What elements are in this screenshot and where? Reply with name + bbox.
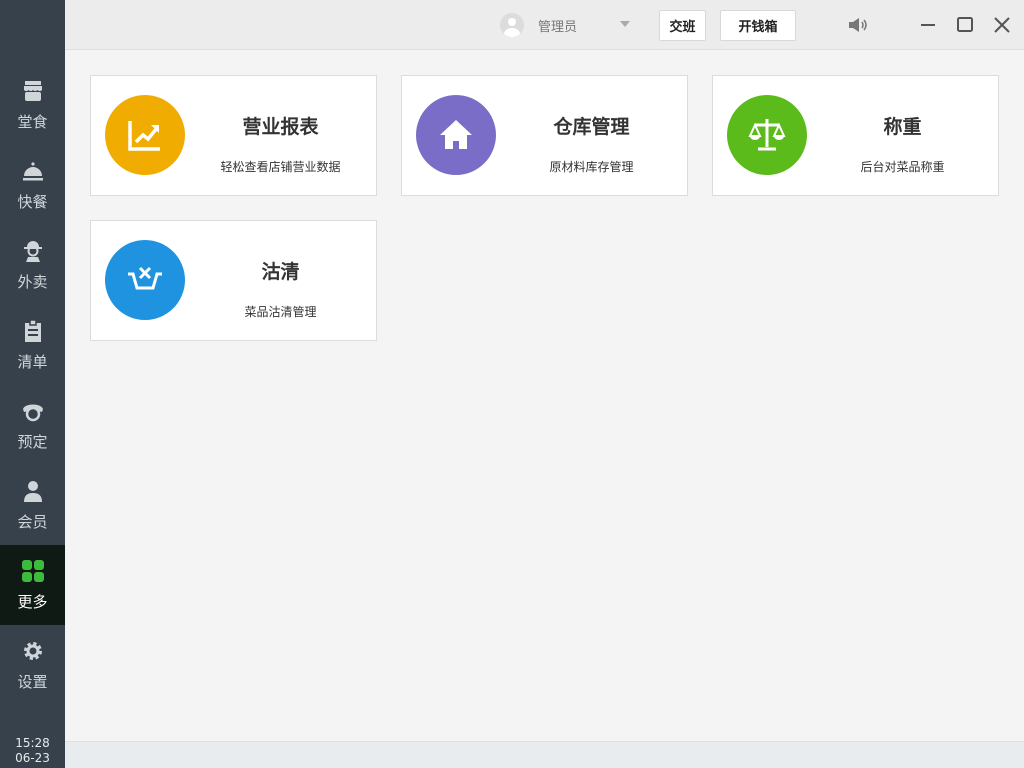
- card-title: 沽清: [261, 261, 300, 283]
- basket-x-icon: [105, 240, 185, 320]
- chevron-down-icon[interactable]: [620, 21, 630, 27]
- card-subtitle: 原材料库存管理: [549, 160, 634, 174]
- sidebar-item-dine-in[interactable]: 堂食: [0, 65, 65, 145]
- sidebar-item-fast-food[interactable]: 快餐: [0, 145, 65, 225]
- maximize-icon[interactable]: [954, 14, 976, 36]
- delivery-person-icon: [23, 240, 42, 262]
- sidebar-item-label: 预定: [17, 432, 48, 451]
- close-icon[interactable]: [991, 14, 1013, 36]
- card-title: 称重: [883, 116, 922, 138]
- sidebar: 堂食 快餐 外卖 清单 预定 会员 更多 设置 15:28 06-23: [0, 0, 65, 768]
- sidebar-item-label: 清单: [17, 352, 48, 371]
- grid-icon: [21, 559, 44, 582]
- sidebar-item-orders[interactable]: 清单: [0, 305, 65, 385]
- card-subtitle: 轻松查看店铺营业数据: [220, 160, 341, 174]
- open-cash-drawer-button[interactable]: 开钱箱: [720, 10, 796, 41]
- sidebar-item-takeout[interactable]: 外卖: [0, 225, 65, 305]
- sidebar-item-label: 设置: [17, 672, 48, 691]
- minimize-icon[interactable]: [917, 14, 939, 36]
- sidebar-item-label: 外卖: [17, 272, 48, 291]
- sidebar-item-label: 堂食: [17, 112, 48, 131]
- chart-up-icon: [105, 95, 185, 175]
- clipboard-icon: [24, 318, 41, 342]
- user-menu[interactable]: 管理员: [500, 13, 577, 37]
- card-warehouse[interactable]: 仓库管理 原材料库存管理: [401, 75, 688, 196]
- clock: 15:28 06-23: [0, 736, 65, 766]
- sidebar-item-label: 会员: [17, 512, 48, 531]
- store-icon: [23, 80, 42, 101]
- avatar: [500, 13, 524, 37]
- card-title: 营业报表: [242, 116, 319, 138]
- scale-icon: [727, 95, 807, 175]
- gear-icon: [23, 641, 42, 660]
- user-name: 管理员: [538, 19, 578, 35]
- card-subtitle: 菜品沽清管理: [244, 305, 317, 319]
- shift-handover-button[interactable]: 交班: [659, 10, 706, 41]
- sidebar-item-reservation[interactable]: 预定: [0, 385, 65, 465]
- house-icon: [416, 95, 496, 175]
- volume-icon[interactable]: [847, 14, 869, 36]
- sidebar-item-label: 快餐: [17, 192, 48, 211]
- card-title: 仓库管理: [553, 116, 630, 138]
- card-subtitle: 后台对菜品称重: [860, 160, 945, 174]
- card-sold-out[interactable]: 沽清 菜品沽清管理: [90, 220, 377, 341]
- phone-icon: [22, 404, 43, 421]
- top-bar: 管理员 交班 开钱箱: [65, 0, 1024, 50]
- clock-time: 15:28: [15, 736, 50, 750]
- sidebar-item-label: 更多: [17, 592, 48, 611]
- member-icon: [23, 480, 42, 502]
- card-weighing[interactable]: 称重 后台对菜品称重: [712, 75, 999, 196]
- cloche-icon: [22, 161, 43, 180]
- sidebar-item-more[interactable]: 更多: [0, 545, 65, 625]
- clock-date: 06-23: [15, 751, 50, 765]
- sidebar-item-settings[interactable]: 设置: [0, 625, 65, 705]
- sidebar-item-members[interactable]: 会员: [0, 465, 65, 545]
- status-bar: [65, 741, 1024, 768]
- card-business-report[interactable]: 营业报表 轻松查看店铺营业数据: [90, 75, 377, 196]
